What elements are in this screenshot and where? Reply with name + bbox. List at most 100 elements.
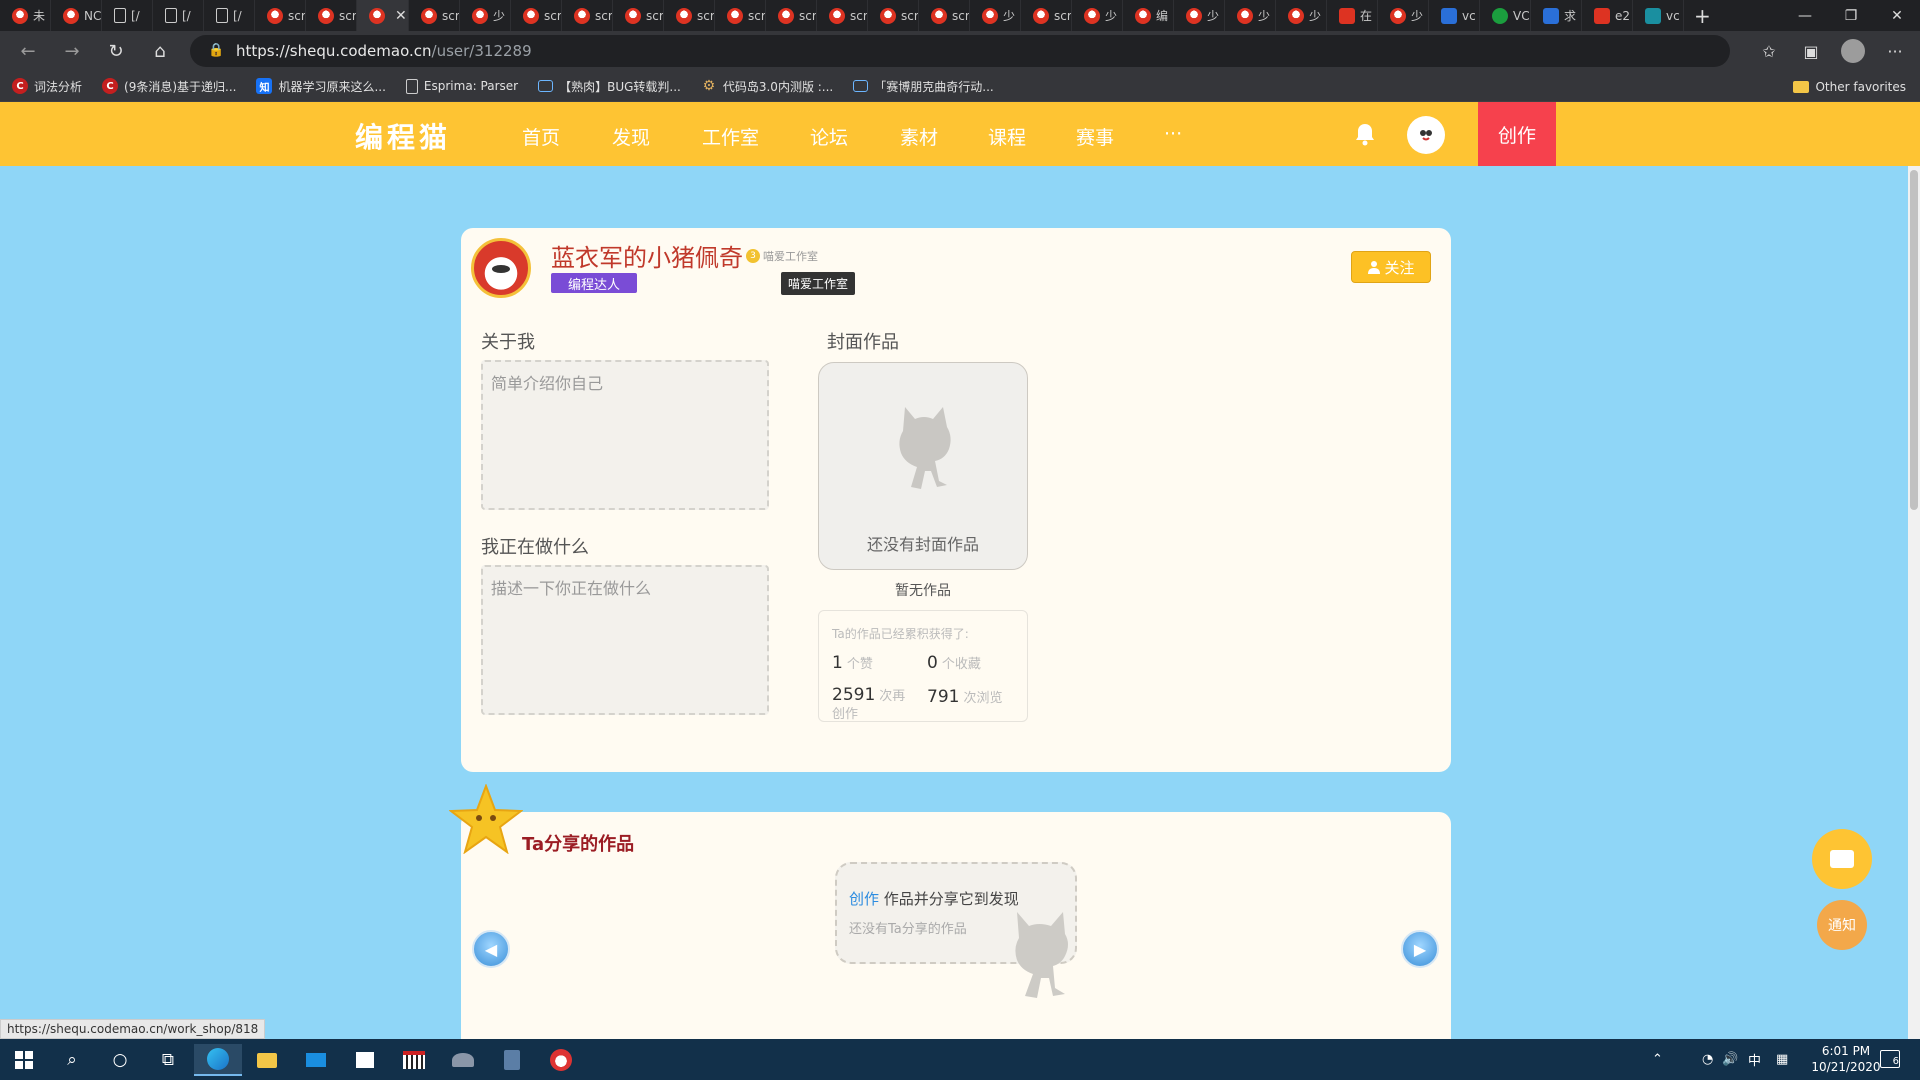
- browser-tab[interactable]: 少: [1072, 0, 1123, 31]
- browser-tab[interactable]: [/: [204, 0, 255, 31]
- browser-tab[interactable]: scr: [817, 0, 868, 31]
- doing-textarea[interactable]: 描述一下你正在做什么: [481, 565, 769, 715]
- browser-tab[interactable]: scr: [613, 0, 664, 31]
- stats-panel: Ta的作品已经累积获得了: 1 个赞 0 个收藏 2591 次再创作 791 次浏览: [818, 610, 1028, 722]
- nav-item[interactable]: 课程: [988, 123, 1026, 150]
- url-input[interactable]: 🔒 https://shequ.codemao.cn/user/312289 ☆: [190, 35, 1730, 840]
- site-logo[interactable]: 编程猫: [355, 116, 451, 156]
- calculator-icon[interactable]: [488, 1044, 536, 1076]
- browser-tab[interactable]: 少: [1225, 0, 1276, 31]
- nav-item[interactable]: 发现: [612, 123, 650, 150]
- browser-tab[interactable]: scr: [562, 0, 613, 31]
- browser-tab[interactable]: 少: [1276, 0, 1327, 31]
- tray-chevron-icon[interactable]: ⌃: [1652, 1039, 1663, 1080]
- app-icon[interactable]: [439, 1044, 487, 1076]
- mail-icon[interactable]: [292, 1044, 340, 1076]
- browser-tab[interactable]: scr: [766, 0, 817, 31]
- about-textarea[interactable]: 简单介绍你自己: [481, 360, 769, 510]
- browser-tab[interactable]: vc: [1633, 0, 1684, 31]
- browser-tab[interactable]: scr: [868, 0, 919, 31]
- start-button[interactable]: [0, 1044, 48, 1076]
- browser-tab[interactable]: scr: [255, 0, 306, 31]
- browser-tab[interactable]: 少: [970, 0, 1021, 31]
- new-tab-button[interactable]: +: [1694, 4, 1711, 28]
- create-button[interactable]: 创作: [1478, 102, 1556, 166]
- browser-tab[interactable]: 未: [0, 0, 51, 31]
- bookmark-item[interactable]: 知机器学习原来这么...: [256, 78, 386, 95]
- close-tab-icon[interactable]: ✕: [395, 8, 407, 24]
- nav-item[interactable]: 工作室: [702, 123, 759, 150]
- bookmark-item[interactable]: 「赛博朋克曲奇行动...: [853, 78, 994, 95]
- collections-icon[interactable]: ▣: [1796, 42, 1826, 61]
- codemao-icon: [880, 7, 896, 24]
- browser-tab[interactable]: scr: [1021, 0, 1072, 31]
- more-menu-icon[interactable]: ···: [1880, 42, 1910, 61]
- search-icon[interactable]: ⌕: [48, 1044, 96, 1076]
- browser-tab[interactable]: scr: [715, 0, 766, 31]
- home-icon[interactable]: ⌂: [140, 31, 180, 71]
- browser-tab[interactable]: 少: [1174, 0, 1225, 31]
- chat-button[interactable]: [1812, 829, 1872, 889]
- browser-tab[interactable]: [/: [153, 0, 204, 31]
- bookmark-item[interactable]: Esprima: Parser: [405, 78, 518, 95]
- other-favorites[interactable]: Other favorites: [1793, 71, 1906, 102]
- piano-app-icon[interactable]: [390, 1044, 438, 1076]
- browser-tab[interactable]: NC: [51, 0, 102, 31]
- keyboard-icon[interactable]: ▦: [1776, 1039, 1788, 1080]
- follow-button[interactable]: 关注: [1351, 251, 1431, 283]
- browser-tab[interactable]: 求: [1531, 0, 1582, 31]
- profile-avatar-image[interactable]: [471, 238, 531, 298]
- cortana-icon[interactable]: ○: [96, 1044, 144, 1076]
- file-explorer-icon[interactable]: [243, 1044, 291, 1076]
- ime-indicator[interactable]: 中: [1748, 1039, 1761, 1080]
- notification-center-icon[interactable]: 6: [1880, 1050, 1900, 1068]
- bell-icon[interactable]: [1354, 122, 1376, 146]
- prev-arrow-button[interactable]: ◀: [472, 930, 510, 968]
- page-scrollbar[interactable]: [1908, 166, 1920, 1039]
- restore-icon[interactable]: ❐: [1828, 0, 1874, 31]
- nav-item[interactable]: ···: [1164, 123, 1182, 145]
- browser-tab[interactable]: scr: [511, 0, 562, 31]
- nav-item[interactable]: 首页: [522, 123, 560, 150]
- volume-icon[interactable]: 🔊: [1722, 1039, 1738, 1080]
- close-window-icon[interactable]: ✕: [1874, 0, 1920, 31]
- task-view-icon[interactable]: ⧉: [144, 1044, 192, 1076]
- profile-avatar[interactable]: [1838, 39, 1868, 63]
- edge-app-icon[interactable]: [194, 1044, 242, 1076]
- browser-tab[interactable]: scr: [409, 0, 460, 31]
- store-icon[interactable]: [341, 1044, 389, 1076]
- bookmark-item[interactable]: 【熟肉】BUG转载判...: [538, 78, 681, 95]
- clock[interactable]: 6:01 PM 10/21/2020: [1806, 1043, 1886, 1075]
- browser-tab[interactable]: 少: [460, 0, 511, 31]
- nav-item[interactable]: 赛事: [1076, 123, 1114, 150]
- network-icon[interactable]: ◔: [1702, 1039, 1713, 1080]
- back-icon[interactable]: ←: [8, 31, 48, 71]
- browser-tab[interactable]: [/: [102, 0, 153, 31]
- browser-tab[interactable]: vc: [1429, 0, 1480, 31]
- browser-tab[interactable]: VC: [1480, 0, 1531, 31]
- bookmark-item[interactable]: ⚙ 代码岛3.0内测版 :...: [701, 78, 834, 95]
- bookmark-item[interactable]: C 词法分析: [12, 78, 82, 95]
- codemao-app-icon[interactable]: [537, 1044, 585, 1076]
- next-arrow-button[interactable]: ▶: [1401, 930, 1439, 968]
- refresh-icon[interactable]: ↻: [96, 31, 136, 71]
- browser-tab[interactable]: 在: [1327, 0, 1378, 31]
- forward-icon[interactable]: →: [52, 31, 92, 71]
- create-link[interactable]: 创作: [849, 890, 879, 908]
- notify-button[interactable]: 通知: [1817, 900, 1867, 950]
- browser-tab[interactable]: 编: [1123, 0, 1174, 31]
- browser-tab[interactable]: scr: [306, 0, 357, 31]
- nav-item[interactable]: 素材: [900, 123, 938, 150]
- studio-tag[interactable]: 3 喵爱工作室: [746, 248, 818, 264]
- scrollbar-thumb[interactable]: [1910, 170, 1918, 510]
- nav-item[interactable]: 论坛: [810, 123, 848, 150]
- browser-tab[interactable]: scr: [664, 0, 715, 31]
- user-avatar[interactable]: [1407, 116, 1445, 154]
- browser-tab[interactable]: e2: [1582, 0, 1633, 31]
- browser-tab[interactable]: scr: [919, 0, 970, 31]
- browser-tab[interactable]: ✕: [357, 0, 409, 31]
- browser-tab[interactable]: 少: [1378, 0, 1429, 31]
- minimize-icon[interactable]: —: [1782, 0, 1828, 31]
- bookmark-item[interactable]: C (9条消息)基于递归...: [102, 78, 236, 95]
- favorites-icon[interactable]: ✩: [1754, 42, 1784, 61]
